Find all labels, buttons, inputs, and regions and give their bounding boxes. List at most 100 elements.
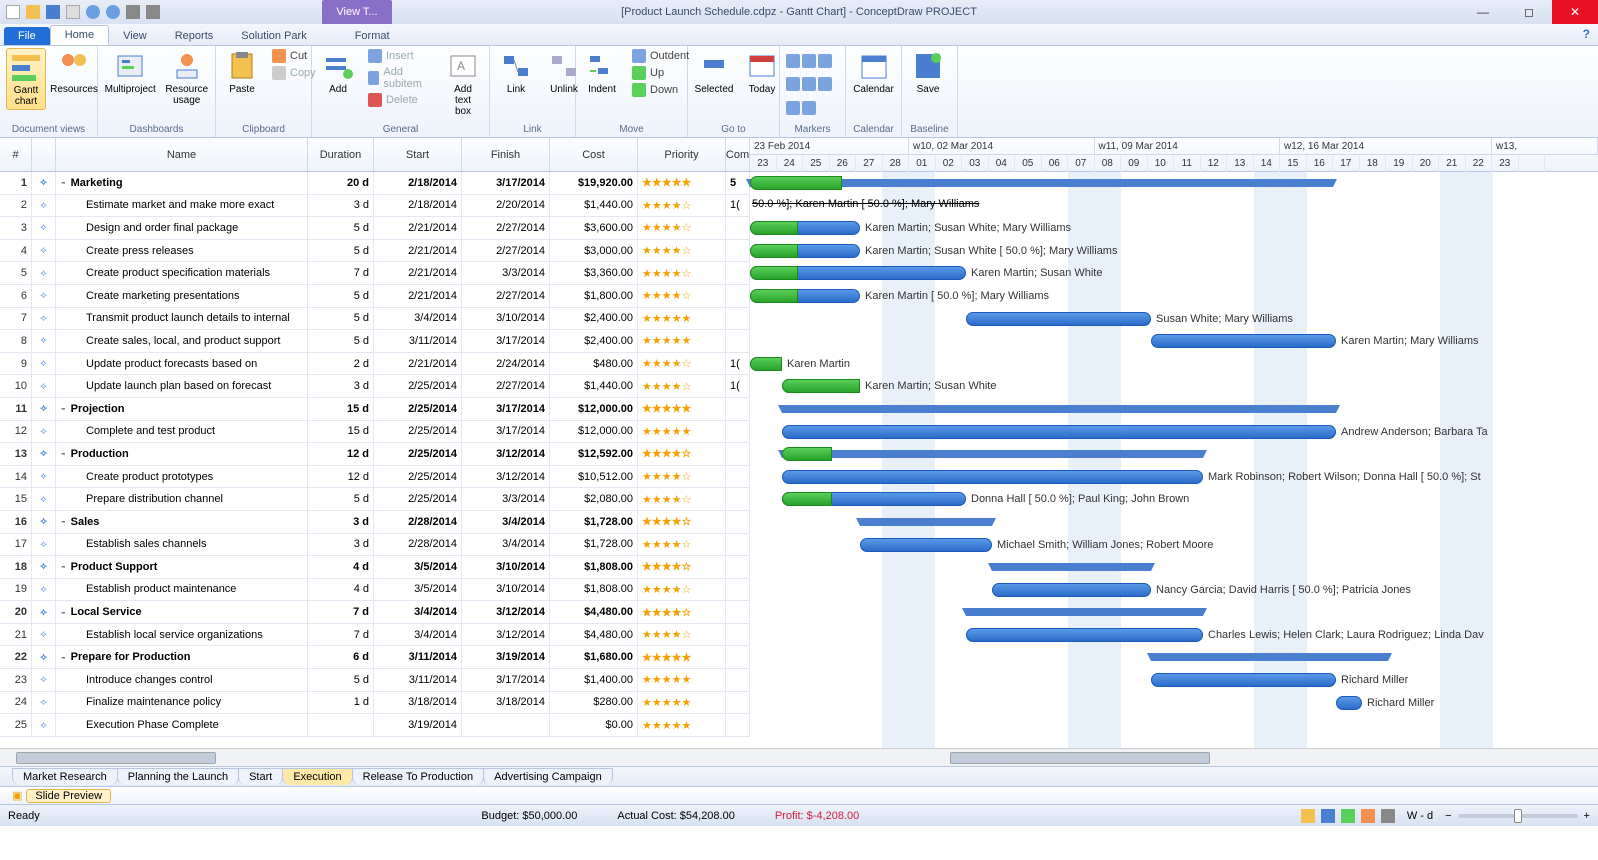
- complete-cell[interactable]: 1(: [726, 353, 750, 375]
- table-row[interactable]: 11⟡-Projection15 d2/25/20143/17/2014$12,…: [0, 398, 750, 421]
- finish-cell[interactable]: 2/27/2014: [462, 285, 550, 307]
- finish-cell[interactable]: 3/3/2014: [462, 262, 550, 284]
- expand-icon[interactable]: -: [60, 402, 67, 415]
- gantt-row[interactable]: Andrew Anderson; Barbara Ta: [750, 421, 1598, 444]
- start-cell[interactable]: 2/21/2014: [374, 285, 462, 307]
- complete-cell[interactable]: 1(: [726, 375, 750, 397]
- cost-cell[interactable]: $1,440.00: [550, 375, 638, 397]
- minimize-button[interactable]: —: [1460, 0, 1506, 24]
- gantt-row[interactable]: Charles Lewis; Helen Clark; Laura Rodrig…: [750, 624, 1598, 647]
- complete-cell[interactable]: [726, 421, 750, 443]
- cost-cell[interactable]: $480.00: [550, 353, 638, 375]
- goto-selected-button[interactable]: Selected: [694, 48, 734, 97]
- table-row[interactable]: 20⟡-Local Service7 d3/4/20143/12/2014$4,…: [0, 601, 750, 624]
- task-name-cell[interactable]: Transmit product launch details to inter…: [56, 308, 308, 330]
- gantt-row[interactable]: [750, 511, 1598, 534]
- finish-cell[interactable]: 3/3/2014: [462, 488, 550, 510]
- priority-cell[interactable]: ★★★★☆: [638, 375, 726, 397]
- summary-bar[interactable]: [860, 518, 992, 526]
- duration-cell[interactable]: 4 d: [308, 579, 374, 601]
- cost-cell[interactable]: $12,000.00: [550, 421, 638, 443]
- complete-cell[interactable]: [726, 624, 750, 646]
- cost-cell[interactable]: $1,680.00: [550, 646, 638, 668]
- gantt-row[interactable]: Karen Martin; Susan White; Mary Williams: [750, 217, 1598, 240]
- task-name-cell[interactable]: Create press releases: [56, 240, 308, 262]
- col-duration[interactable]: Duration: [308, 138, 374, 171]
- gantt-row[interactable]: Karen Martin; Susan White: [750, 375, 1598, 398]
- sheet-tab[interactable]: Start: [238, 768, 283, 785]
- col-cost[interactable]: Cost: [550, 138, 638, 171]
- sheet-tab[interactable]: Planning the Launch: [117, 768, 239, 785]
- cut-button[interactable]: Cut: [270, 48, 318, 64]
- summary-bar[interactable]: [1151, 653, 1388, 661]
- priority-cell[interactable]: ★★★★☆: [638, 534, 726, 556]
- task-name-cell[interactable]: Finalize maintenance policy: [56, 692, 308, 714]
- start-cell[interactable]: 2/25/2014: [374, 488, 462, 510]
- sheet-tab[interactable]: Release To Production: [352, 768, 484, 785]
- new-icon[interactable]: [6, 5, 20, 19]
- table-row[interactable]: 7⟡Transmit product launch details to int…: [0, 308, 750, 331]
- view-icon[interactable]: [1361, 809, 1375, 823]
- task-name-cell[interactable]: Create sales, local, and product support: [56, 330, 308, 352]
- table-row[interactable]: 23⟡Introduce changes control5 d3/11/2014…: [0, 669, 750, 692]
- cost-cell[interactable]: $2,080.00: [550, 488, 638, 510]
- duration-cell[interactable]: 5 d: [308, 488, 374, 510]
- maximize-button[interactable]: ◻: [1506, 0, 1552, 24]
- finish-cell[interactable]: 3/17/2014: [462, 330, 550, 352]
- insert-button[interactable]: Insert: [366, 48, 435, 64]
- task-bar[interactable]: Andrew Anderson; Barbara Ta: [782, 425, 1336, 439]
- task-name-cell[interactable]: Create marketing presentations: [56, 285, 308, 307]
- complete-cell[interactable]: [726, 601, 750, 623]
- start-cell[interactable]: 2/25/2014: [374, 375, 462, 397]
- priority-cell[interactable]: ★★★★☆: [638, 353, 726, 375]
- expand-icon[interactable]: -: [60, 176, 67, 189]
- task-bar[interactable]: Richard Miller: [1151, 673, 1336, 687]
- gantt-row[interactable]: [750, 646, 1598, 669]
- task-name-cell[interactable]: -Product Support: [56, 556, 308, 578]
- gantt-row[interactable]: [750, 556, 1598, 579]
- marker-icon[interactable]: [786, 101, 800, 115]
- complete-cell[interactable]: [726, 646, 750, 668]
- view-icon[interactable]: [1301, 809, 1315, 823]
- table-row[interactable]: 9⟡Update product forecasts based on2 d2/…: [0, 353, 750, 376]
- expand-icon[interactable]: -: [60, 515, 67, 528]
- sheet-tab[interactable]: Execution: [282, 768, 352, 785]
- task-name-cell[interactable]: -Production: [56, 443, 308, 465]
- start-cell[interactable]: 2/21/2014: [374, 262, 462, 284]
- start-cell[interactable]: 3/5/2014: [374, 556, 462, 578]
- table-row[interactable]: 5⟡Create product specification materials…: [0, 262, 750, 285]
- priority-cell[interactable]: ★★★★★: [638, 421, 726, 443]
- complete-cell[interactable]: [726, 308, 750, 330]
- marker-icon[interactable]: [802, 101, 816, 115]
- cost-cell[interactable]: $0.00: [550, 714, 638, 736]
- expand-icon[interactable]: -: [60, 560, 67, 573]
- priority-cell[interactable]: ★★★★★: [638, 669, 726, 691]
- priority-cell[interactable]: ★★★★☆: [638, 601, 726, 623]
- priority-cell[interactable]: ★★★★☆: [638, 488, 726, 510]
- table-row[interactable]: 3⟡Design and order final package5 d2/21/…: [0, 217, 750, 240]
- copy-icon[interactable]: [66, 5, 80, 19]
- task-name-cell[interactable]: Estimate market and make more exact: [56, 195, 308, 217]
- gantt-row[interactable]: [750, 443, 1598, 466]
- gantt-row[interactable]: [750, 714, 1598, 737]
- priority-cell[interactable]: ★★★★★: [638, 692, 726, 714]
- print-icon[interactable]: [126, 5, 140, 19]
- gantt-row[interactable]: [750, 601, 1598, 624]
- table-row[interactable]: 24⟡Finalize maintenance policy1 d3/18/20…: [0, 692, 750, 715]
- duration-cell[interactable]: 5 d: [308, 330, 374, 352]
- start-cell[interactable]: 3/4/2014: [374, 308, 462, 330]
- view-icon[interactable]: [1381, 809, 1395, 823]
- cost-cell[interactable]: $2,400.00: [550, 330, 638, 352]
- duration-cell[interactable]: 7 d: [308, 624, 374, 646]
- cost-cell[interactable]: $3,000.00: [550, 240, 638, 262]
- gantt-chart-button[interactable]: Gantt chart: [6, 48, 46, 110]
- priority-cell[interactable]: ★★★★☆: [638, 443, 726, 465]
- task-name-cell[interactable]: Introduce changes control: [56, 669, 308, 691]
- gantt-chart[interactable]: 50.0 %]; Karen Martin [ 50.0 %]; Mary Wi…: [750, 172, 1598, 766]
- priority-cell[interactable]: ★★★★☆: [638, 579, 726, 601]
- tab-reports[interactable]: Reports: [161, 27, 228, 45]
- cost-cell[interactable]: $3,360.00: [550, 262, 638, 284]
- task-name-cell[interactable]: -Local Service: [56, 601, 308, 623]
- finish-cell[interactable]: 3/18/2014: [462, 692, 550, 714]
- move-up-button[interactable]: Up: [630, 65, 691, 81]
